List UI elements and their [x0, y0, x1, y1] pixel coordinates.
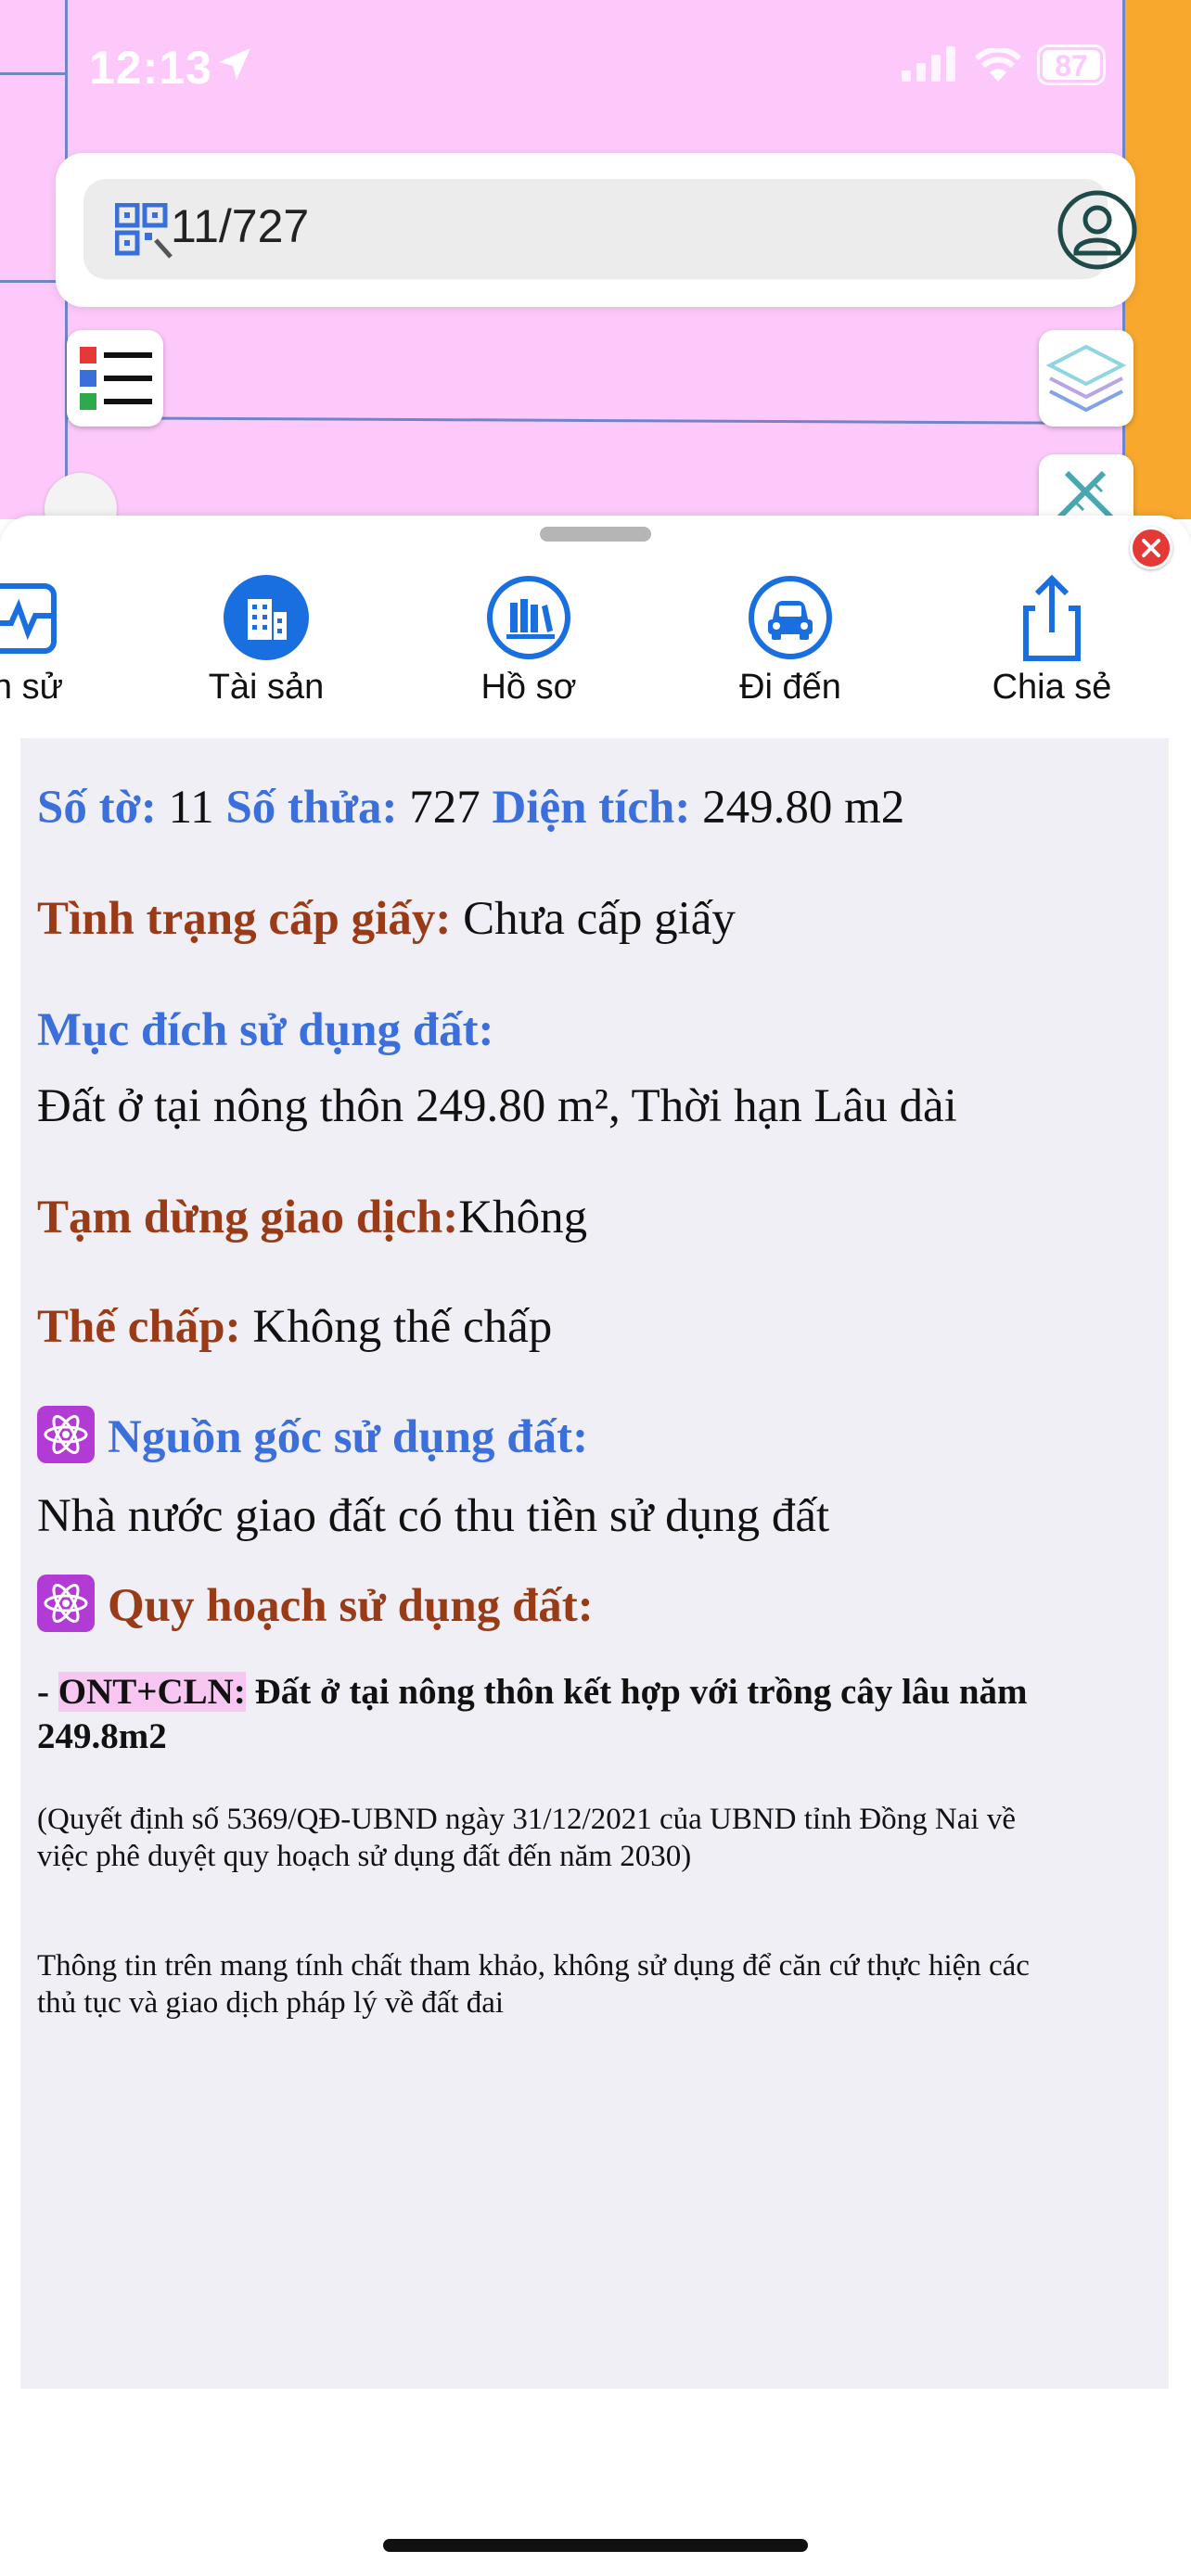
land-planning-label: Quy hoạch sử dụng đất:	[108, 1580, 594, 1632]
legend-list-icon	[80, 347, 152, 410]
planning-area: 249.8m2	[37, 1716, 167, 1756]
parcel-info-panel	[20, 738, 1169, 2389]
certificate-status-value: Chưa cấp giấy	[451, 893, 736, 945]
land-origin-label: Nguồn gốc sử dụng đất:	[108, 1411, 589, 1463]
building-icon	[224, 575, 309, 660]
planning-detail-line1: - ONT+CLN: Đất ở tại nông thôn kết hợp v…	[37, 1671, 1028, 1713]
land-planning-heading-row: Quy hoạch sử dụng đất:	[37, 1575, 594, 1633]
layers-button[interactable]	[1039, 330, 1133, 427]
status-bar: 12:13 87	[0, 0, 1191, 139]
location-arrow-icon	[219, 48, 250, 80]
close-icon	[1142, 539, 1160, 557]
sheet-grabber[interactable]	[540, 527, 651, 542]
home-indicator[interactable]	[383, 2539, 808, 2552]
tab-label: Hồ sơ	[480, 668, 577, 707]
parcel-number-value: 727	[397, 782, 493, 834]
history-chart-icon	[0, 583, 57, 654]
transaction-suspension-value: Không	[458, 1192, 588, 1243]
certificate-status-label: Tình trạng cấp giấy:	[37, 893, 452, 945]
decision-note-line1: (Quyết định số 5369/QĐ-UBND ngày 31/12/2…	[37, 1803, 1016, 1836]
battery-level: 87	[1055, 49, 1088, 83]
decision-note-line2: việc phê duyệt quy hoạch sử dụng đất đến…	[37, 1840, 692, 1873]
search-input[interactable]: 11/727	[171, 199, 309, 253]
share-icon	[1023, 575, 1081, 661]
mortgage-value: Không thế chấp	[240, 1301, 553, 1353]
battery-indicator: 87	[1037, 45, 1106, 85]
cellular-signal-icon	[902, 46, 955, 82]
parcel-number-label: Số thửa:	[225, 782, 398, 834]
parcel-summary-row: Số tờ: 11 Số thửa: 727 Diện tích: 249.80…	[37, 781, 904, 835]
area-value: 249.80 m2	[690, 782, 905, 834]
atom-icon	[37, 1406, 95, 1463]
layers-icon	[1045, 344, 1127, 413]
books-icon	[487, 576, 570, 659]
tab-label: Đi đến	[739, 668, 841, 707]
transaction-suspension-label: Tạm dừng giao dịch:	[37, 1192, 459, 1243]
certificate-status-row: Tình trạng cấp giấy: Chưa cấp giấy	[37, 892, 736, 946]
qr-scan-icon[interactable]	[115, 203, 174, 259]
sheet-number-label: Số tờ:	[37, 782, 157, 834]
close-button[interactable]	[1130, 527, 1172, 569]
land-use-purpose-heading: Mục đích sử dụng đất:	[37, 1004, 494, 1056]
car-icon	[749, 576, 832, 659]
sheet-number-value: 11	[156, 782, 226, 834]
disclaimer-line1: Thông tin trên mang tính chất tham khảo,…	[37, 1949, 1030, 1983]
land-origin-value: Nhà nước giao đất có thu tiền sử dụng đấ…	[37, 1490, 830, 1542]
planning-code: ONT+CLN:	[58, 1672, 246, 1712]
area-label: Diện tích:	[492, 782, 691, 834]
land-use-purpose-value: Đất ở tại nông thôn 249.80 m², Thời hạn …	[37, 1080, 957, 1132]
legend-button[interactable]	[67, 330, 163, 427]
user-account-icon[interactable]	[1057, 190, 1137, 270]
disclaimer-line2: thủ tục và giao dịch pháp lý về đất đai	[37, 1986, 505, 2020]
mortgage-label: Thế chấp:	[37, 1301, 241, 1353]
search-card: 11/727	[56, 153, 1137, 307]
land-use-purpose-label: Mục đích sử dụng đất:	[37, 1003, 494, 1057]
tab-label: Chia sẻ	[992, 668, 1112, 707]
tab-label: Tài sản	[208, 668, 325, 707]
mortgage-row: Thế chấp: Không thế chấp	[37, 1300, 552, 1354]
wifi-icon	[974, 48, 1022, 82]
tab-label: n sử	[0, 668, 64, 707]
planning-prefix: -	[37, 1672, 58, 1712]
planning-description: Đất ở tại nông thôn kết hợp với trồng câ…	[245, 1672, 1028, 1712]
map-parcel-line	[64, 416, 1122, 425]
status-time: 12:13	[89, 42, 212, 94]
transaction-suspension-row: Tạm dừng giao dịch:Không	[37, 1191, 587, 1244]
land-origin-heading-row: Nguồn gốc sử dụng đất:	[37, 1406, 588, 1464]
atom-icon	[37, 1575, 95, 1632]
